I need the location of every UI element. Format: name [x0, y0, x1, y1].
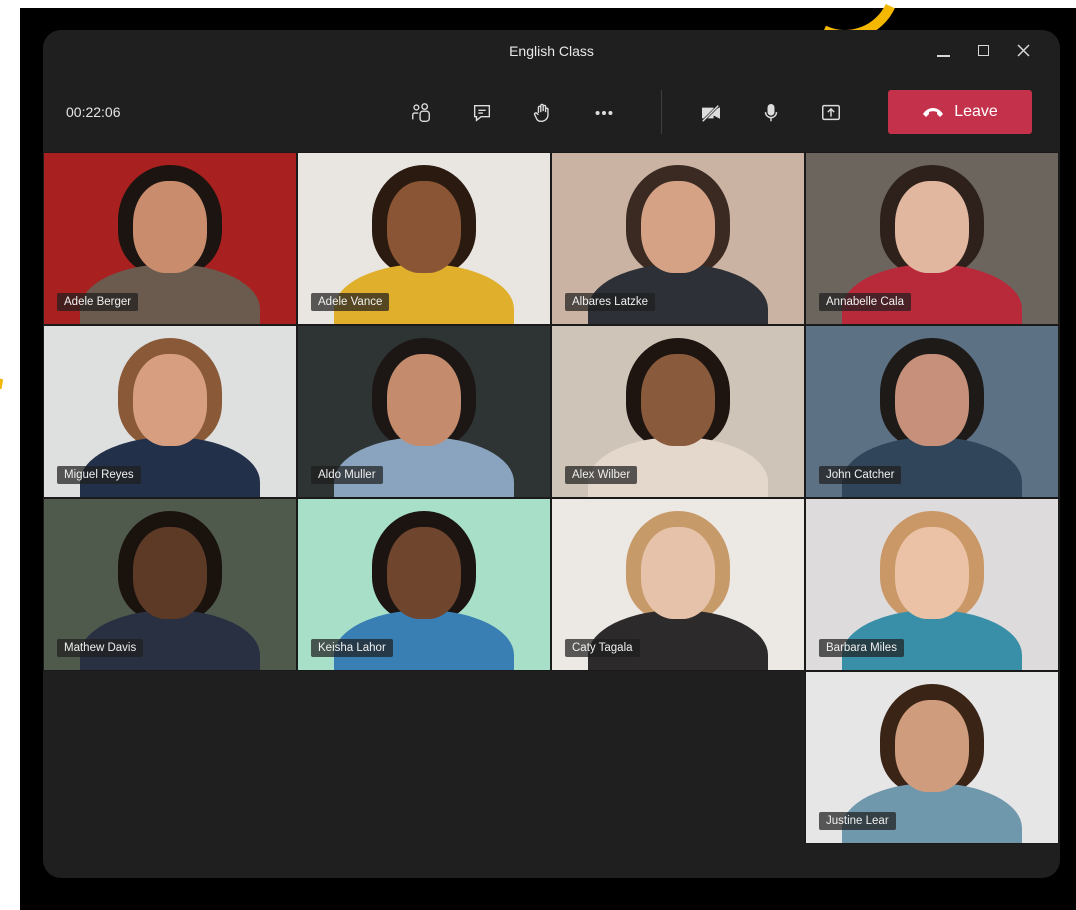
participant-tile[interactable]: Albares Latzke	[551, 152, 805, 325]
people-icon[interactable]	[405, 97, 437, 129]
participant-name: Adele Berger	[57, 293, 139, 311]
participant-name: Annabelle Cala	[819, 293, 912, 311]
participant-name: Aldo Muller	[311, 466, 383, 484]
participant-face	[895, 354, 969, 446]
participant-name: Barbara Miles	[819, 639, 904, 657]
participant-tile[interactable]: Miguel Reyes	[43, 325, 297, 498]
participant-tile[interactable]: Mathew Davis	[43, 498, 297, 671]
camera-off-icon[interactable]	[695, 97, 727, 129]
more-icon[interactable]	[588, 97, 620, 129]
participant-tile[interactable]: Keisha Lahor	[297, 498, 551, 671]
participant-tile[interactable]: Aldo Muller	[297, 325, 551, 498]
participant-face	[895, 181, 969, 273]
participant-name: Albares Latzke	[565, 293, 656, 311]
participant-face	[641, 354, 715, 446]
share-screen-icon[interactable]	[815, 97, 847, 129]
chat-icon[interactable]	[466, 97, 498, 129]
participant-face	[133, 527, 207, 619]
minimize-icon[interactable]	[934, 38, 952, 62]
window-title: English Class	[509, 43, 594, 59]
participant-name: Keisha Lahor	[311, 639, 393, 657]
participant-tile[interactable]: Adele Berger	[43, 152, 297, 325]
participant-tile[interactable]: Justine Lear	[805, 671, 1059, 844]
participant-tile[interactable]: Alex Wilber	[551, 325, 805, 498]
hang-up-icon	[923, 108, 944, 117]
participant-face	[387, 181, 461, 273]
raise-hand-icon[interactable]	[527, 97, 559, 129]
participant-tile[interactable]: Caty Tagala	[551, 498, 805, 671]
participant-grid: Adele Berger Adele Vance Albares Latzke Ann…	[43, 152, 1060, 844]
participant-name: Adele Vance	[311, 293, 390, 311]
participant-face	[641, 181, 715, 273]
participant-face	[133, 354, 207, 446]
participant-name: Mathew Davis	[57, 639, 144, 657]
window-controls	[934, 38, 1032, 62]
empty-grid-cell	[551, 671, 805, 844]
participant-face	[387, 354, 461, 446]
participant-face	[133, 181, 207, 273]
participant-face	[641, 527, 715, 619]
leave-label: Leave	[954, 103, 998, 120]
title-bar: English Class	[43, 30, 1060, 72]
participant-name: Miguel Reyes	[57, 466, 141, 484]
participant-face	[895, 700, 969, 792]
media-controls	[695, 97, 875, 129]
participant-name: Caty Tagala	[565, 639, 640, 657]
participant-face	[895, 527, 969, 619]
meeting-toolbar: 00:22:06 Leave	[43, 72, 1060, 151]
empty-grid-cell	[43, 671, 297, 844]
microphone-icon[interactable]	[755, 97, 787, 129]
maximize-icon[interactable]	[974, 38, 992, 62]
empty-grid-cell	[297, 671, 551, 844]
participant-name: Alex Wilber	[565, 466, 638, 484]
participant-face	[387, 527, 461, 619]
toolbar-divider	[661, 90, 662, 134]
participant-tile[interactable]: Barbara Miles	[805, 498, 1059, 671]
close-icon[interactable]	[1014, 38, 1032, 62]
meeting-tools	[405, 97, 649, 129]
participant-tile[interactable]: Adele Vance	[297, 152, 551, 325]
participant-name: John Catcher	[819, 466, 902, 484]
leave-button[interactable]: Leave	[888, 90, 1032, 134]
meeting-window: English Class 00:22:06 Leave Adele Berge…	[43, 30, 1060, 878]
call-timer: 00:22:06	[66, 104, 121, 120]
participant-tile[interactable]: John Catcher	[805, 325, 1059, 498]
participant-name: Justine Lear	[819, 812, 896, 830]
participant-tile[interactable]: Annabelle Cala	[805, 152, 1059, 325]
